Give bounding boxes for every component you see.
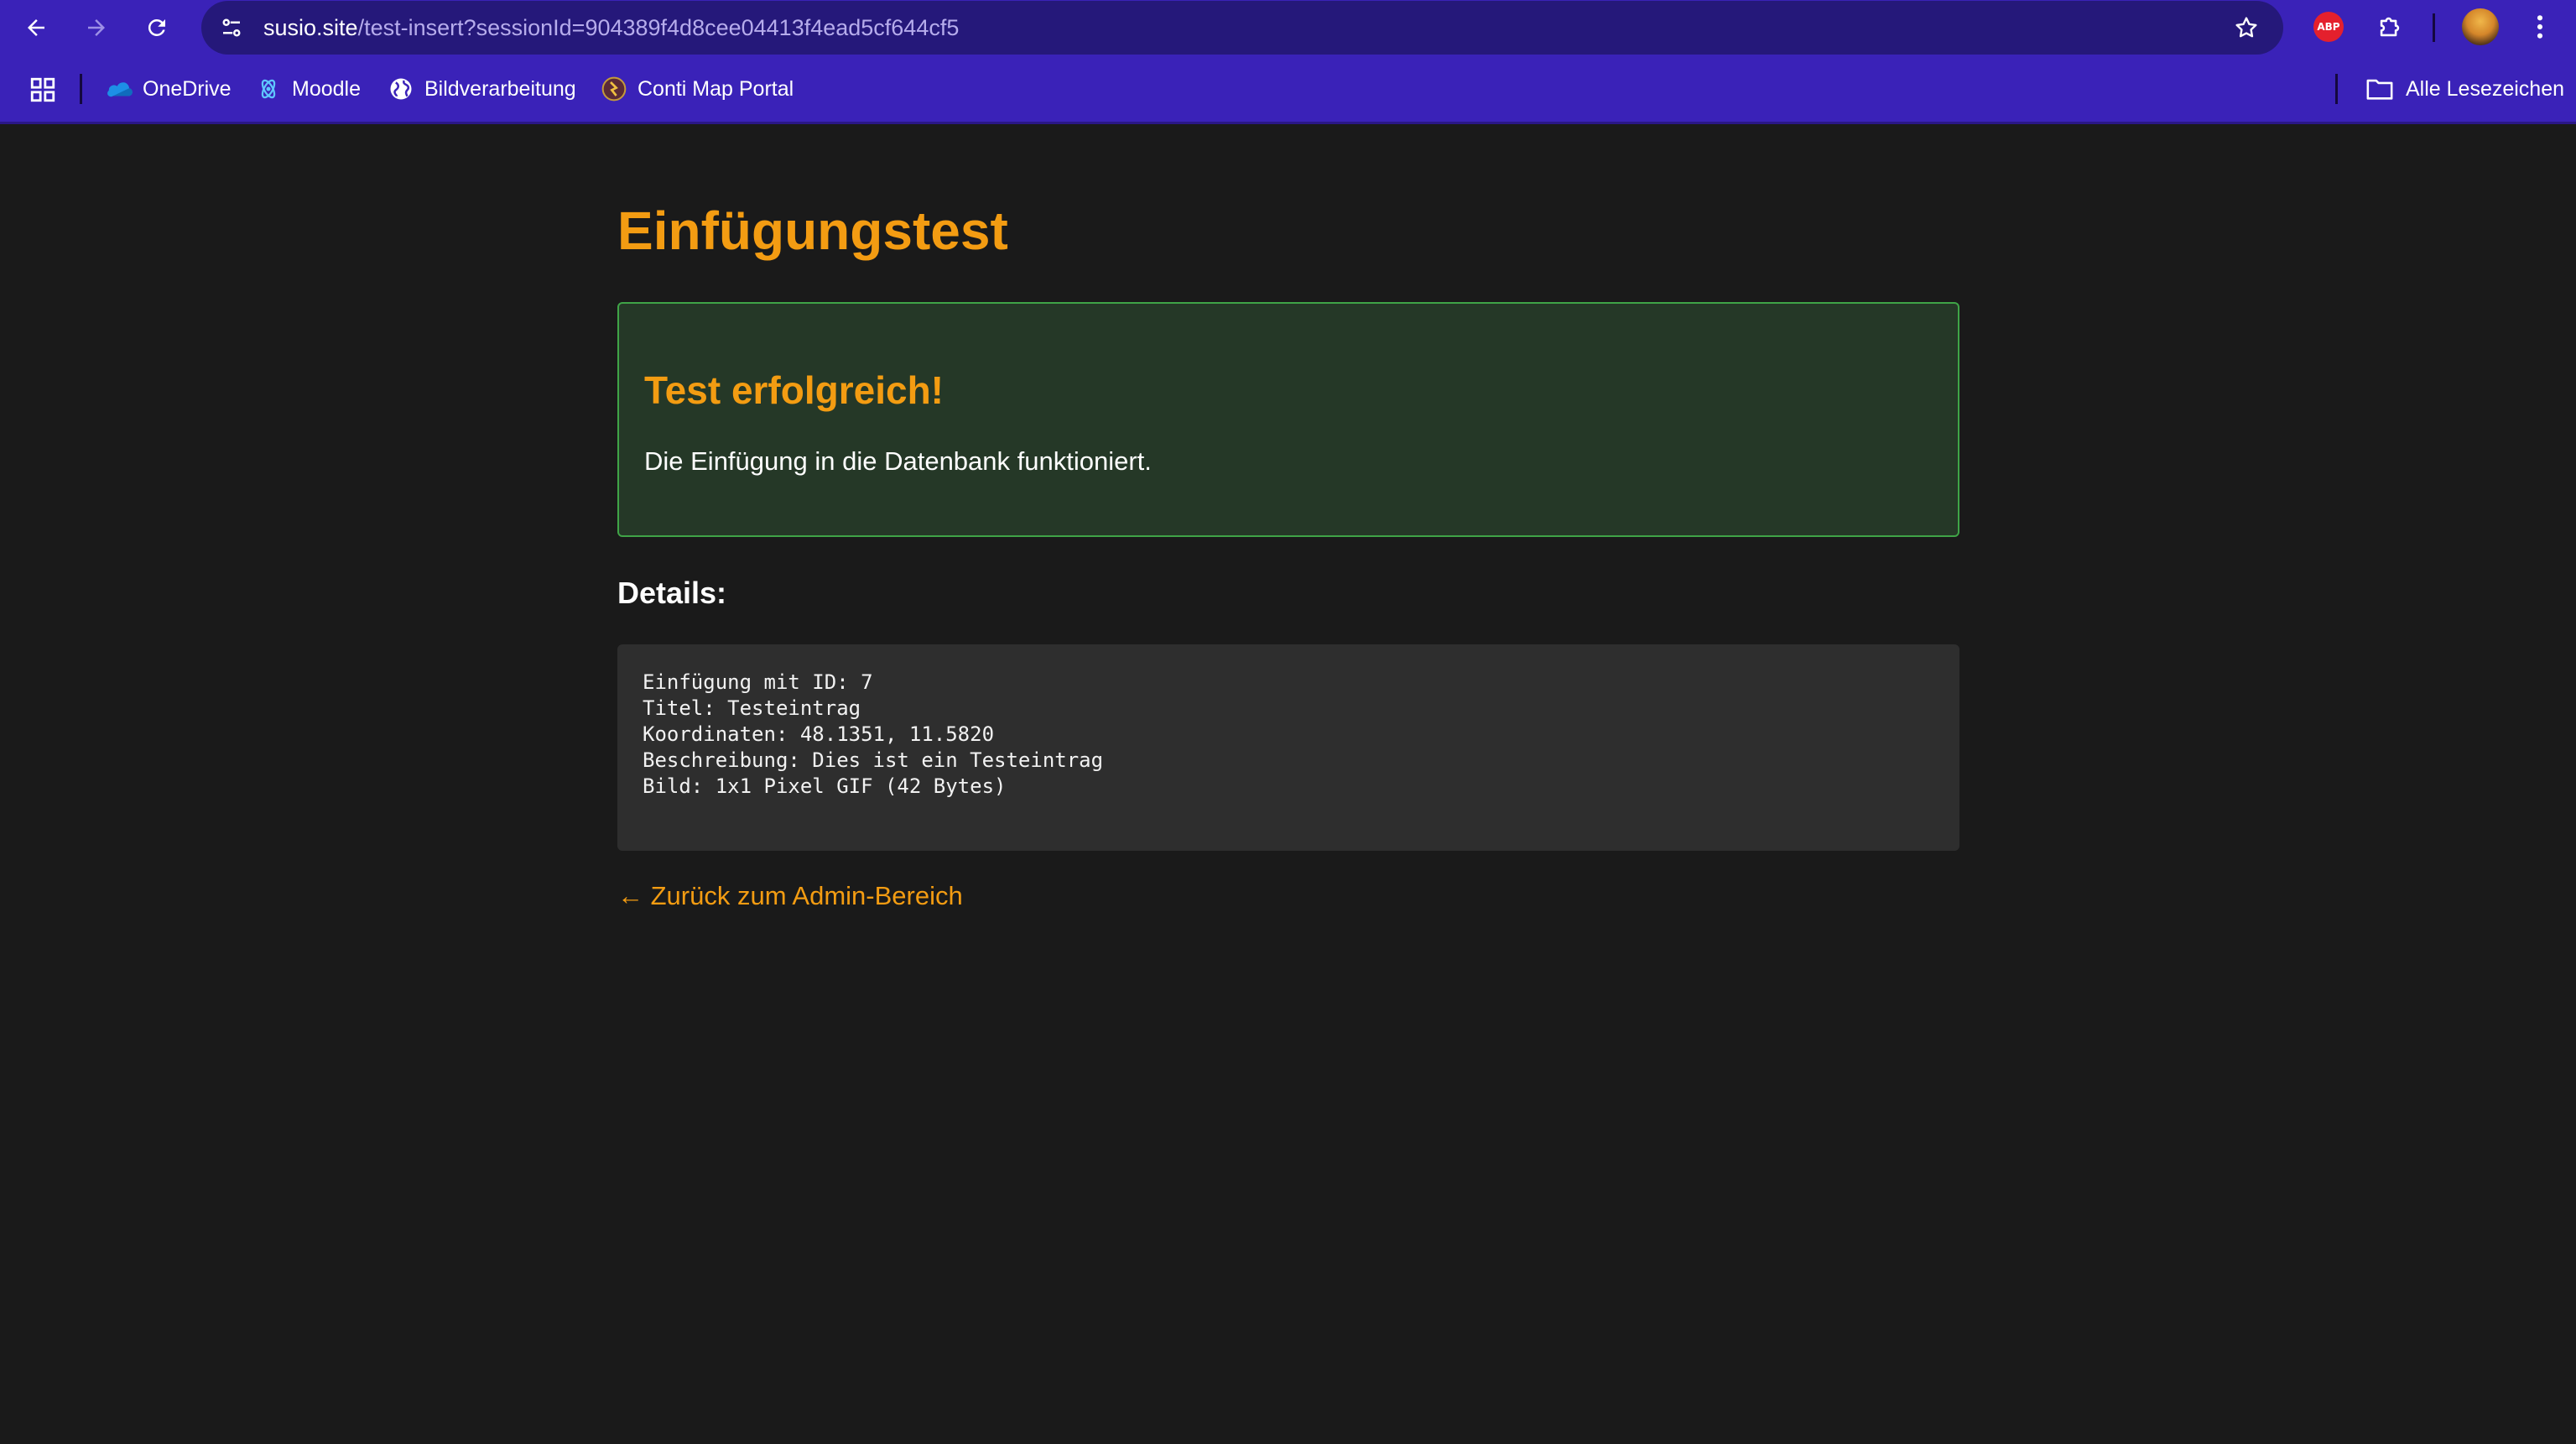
moodle-icon — [255, 76, 282, 102]
bookmark-label: OneDrive — [143, 76, 232, 101]
bookmarks-divider — [80, 74, 82, 104]
star-icon — [2235, 17, 2257, 38]
page-title: Einfügungstest — [617, 201, 1008, 261]
bookmark-star-button[interactable] — [2228, 9, 2265, 46]
folder-icon — [2366, 79, 2393, 100]
adblock-extension-button[interactable]: ABP — [2313, 12, 2344, 42]
site-info-button[interactable] — [213, 9, 250, 46]
bookmark-conti-map-portal[interactable]: Conti Map Portal — [601, 72, 794, 106]
bookmark-label: Moodle — [292, 76, 361, 101]
bookmark-label: Bildverarbeitung — [424, 76, 576, 101]
apps-grid-icon — [30, 77, 55, 102]
arrow-left-icon — [28, 19, 44, 36]
toolbar-divider — [2433, 13, 2435, 42]
details-box: Einfügung mit ID: 7 Titel: Testeintrag K… — [617, 644, 1959, 851]
success-title: Test erfolgreich! — [644, 368, 944, 412]
browser-toolbar: susio.site/test-insert?sessionId=904389f… — [0, 0, 2576, 55]
extensions-button[interactable] — [2372, 9, 2407, 44]
browser-menu-button[interactable] — [2527, 8, 2553, 45]
address-bar[interactable]: susio.site/test-insert?sessionId=904389f… — [201, 1, 2283, 55]
url-text[interactable]: susio.site/test-insert?sessionId=904389f… — [263, 13, 959, 42]
conti-icon — [601, 76, 627, 102]
more-vertical-icon — [2537, 15, 2543, 39]
bookmarks-bar: OneDrive Moodle Bildverarbeitung Conti M… — [0, 55, 2576, 123]
detail-description: Beschreibung: Dies ist ein Testeintrag — [643, 748, 1104, 772]
detail-coordinates: Koordinaten: 48.1351, 11.5820 — [643, 722, 995, 746]
details-heading: Details: — [617, 576, 727, 610]
back-to-admin-link[interactable]: ← Zurück zum Admin-Bereich — [617, 881, 963, 911]
url-host: susio.site — [263, 15, 358, 40]
bookmark-bildverarbeitung[interactable]: Bildverarbeitung — [388, 72, 576, 106]
profile-avatar[interactable] — [2462, 8, 2499, 45]
all-bookmarks-label: Alle Lesezeichen — [2406, 76, 2565, 101]
browser-chrome: susio.site/test-insert?sessionId=904389f… — [0, 0, 2576, 124]
detail-title: Titel: Testeintrag — [643, 696, 861, 720]
onedrive-icon — [106, 76, 133, 102]
tune-icon — [222, 18, 241, 37]
bookmark-onedrive[interactable]: OneDrive — [106, 72, 232, 106]
detail-image: Bild: 1x1 Pixel GIF (42 Bytes) — [643, 774, 1007, 798]
bookmark-label: Conti Map Portal — [637, 76, 794, 101]
globe-icon — [388, 76, 414, 102]
forward-button[interactable] — [76, 8, 117, 48]
detail-id: Einfügung mit ID: 7 — [643, 670, 873, 694]
puzzle-icon — [2380, 17, 2400, 37]
arrow-right-icon — [88, 19, 105, 36]
back-button[interactable] — [16, 8, 56, 48]
abp-badge-text: ABP — [2317, 21, 2340, 33]
url-path: /test-insert?sessionId=904389f4d8cee0441… — [357, 15, 960, 40]
bookmark-moodle[interactable]: Moodle — [255, 72, 361, 106]
success-message: Die Einfügung in die Datenbank funktioni… — [644, 446, 1152, 476]
reload-button[interactable] — [137, 8, 177, 48]
bookmarks-divider-right — [2335, 74, 2338, 104]
success-alert: Test erfolgreich! Die Einfügung in die D… — [617, 302, 1959, 537]
all-bookmarks-button[interactable]: Alle Lesezeichen — [2365, 72, 2564, 106]
reload-icon — [148, 18, 165, 36]
apps-button[interactable] — [29, 76, 57, 104]
